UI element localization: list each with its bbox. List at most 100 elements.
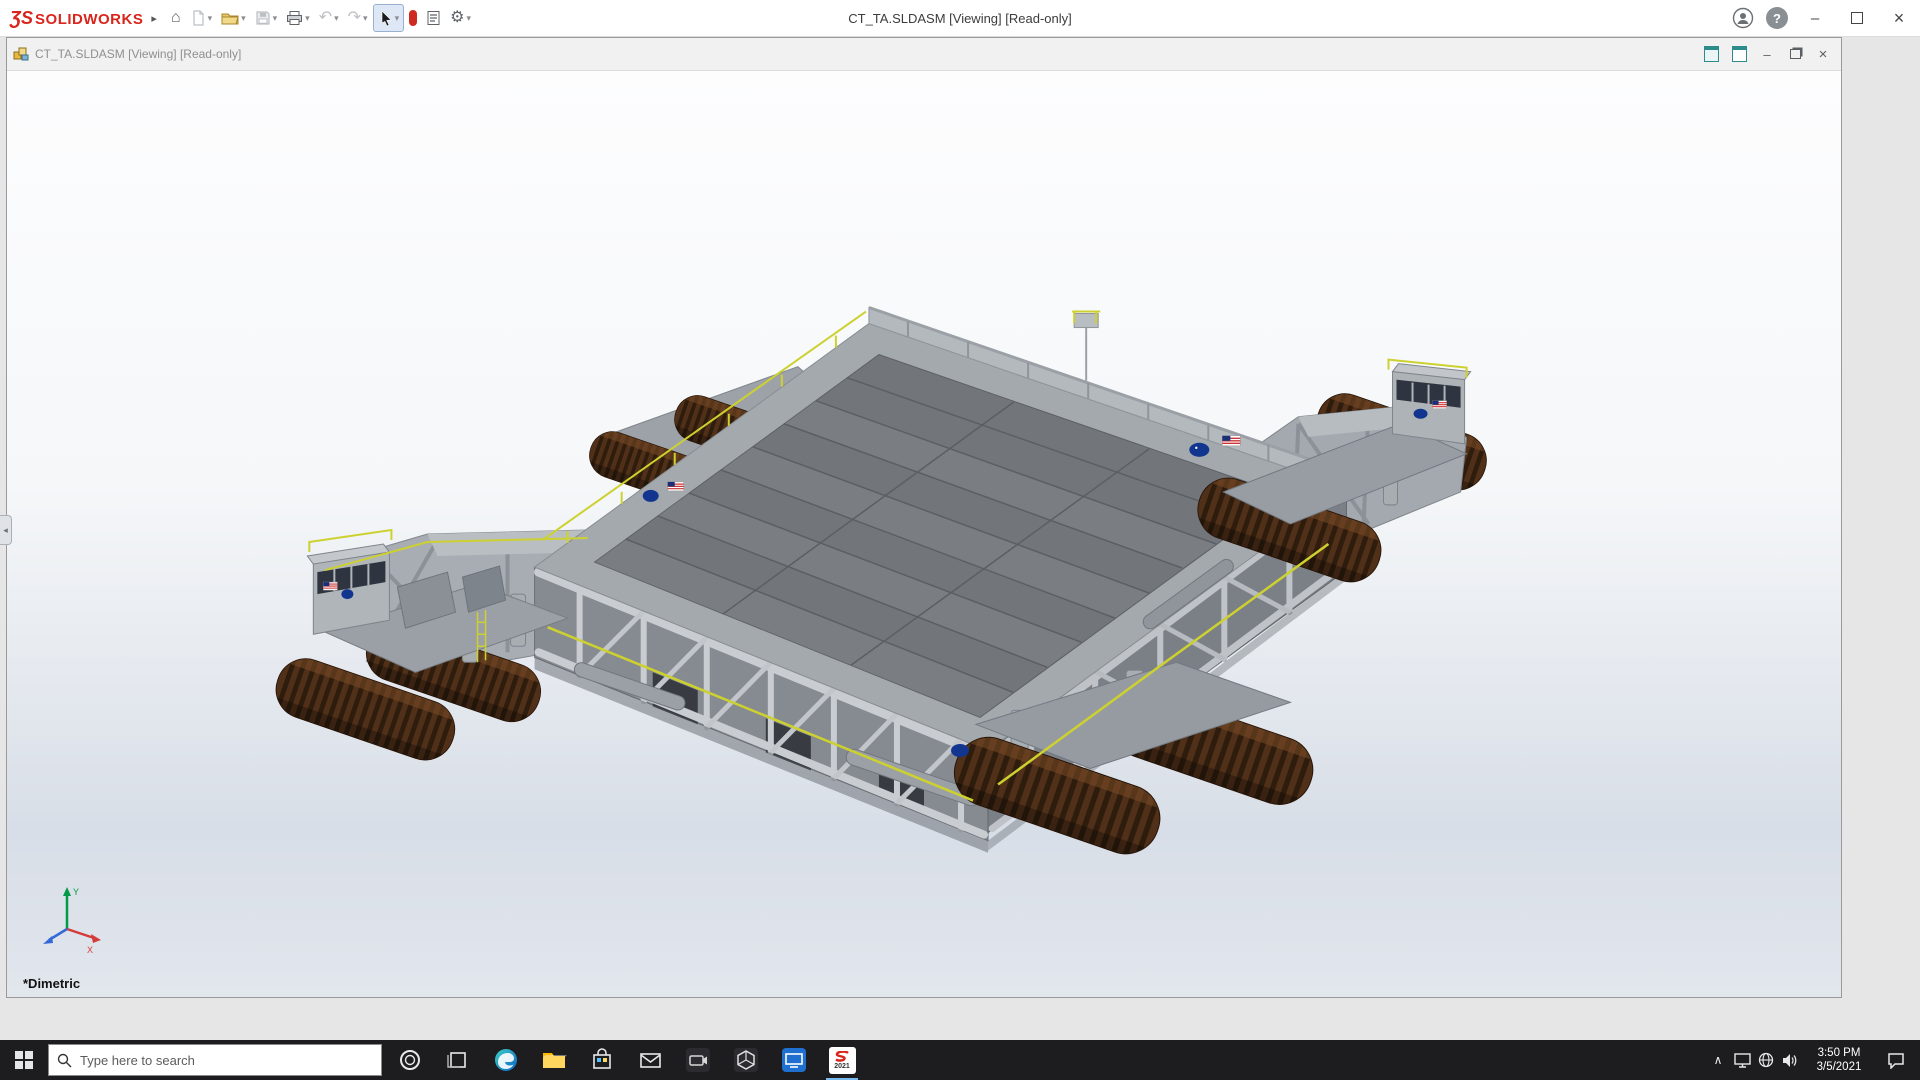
tile-window-button[interactable] [1729, 45, 1749, 63]
taskbar-app-cortana[interactable] [386, 1040, 434, 1080]
triad-z-arrow[interactable] [43, 936, 53, 944]
save-icon [255, 10, 271, 26]
taskbar-task-view[interactable] [434, 1040, 482, 1080]
minimize-icon: – [1811, 10, 1819, 27]
action-center-icon [1887, 1052, 1905, 1069]
home-button[interactable]: ⌂ [167, 4, 185, 32]
panel-expand-arrow[interactable]: ◂ [0, 515, 12, 545]
file-explorer-icon [541, 1047, 567, 1073]
doc-restore-icon [1790, 49, 1801, 59]
account-button[interactable] [1732, 7, 1754, 29]
doc-close-button[interactable]: × [1813, 45, 1833, 63]
redo-button[interactable]: ↷▾ [344, 4, 372, 32]
cortana-icon [398, 1048, 422, 1072]
left-cab [307, 530, 391, 634]
taskbar-clock[interactable]: 3:50 PM 3/5/2021 [1802, 1046, 1876, 1074]
store-icon [590, 1048, 614, 1072]
solidworks-version-badge: 2021 [834, 1063, 850, 1070]
taskbar-search[interactable] [48, 1044, 382, 1076]
gear-icon: ⚙ [450, 10, 464, 26]
help-button[interactable]: ? [1766, 7, 1788, 29]
mail-icon [638, 1048, 663, 1073]
minimize-button[interactable]: – [1794, 0, 1836, 36]
save-button[interactable]: ▾ [251, 4, 282, 32]
new-window-icon [1704, 46, 1719, 62]
redo-icon: ↷ [348, 10, 361, 26]
select-tool-button[interactable]: ▾ [373, 4, 405, 32]
pc-network-icon[interactable] [1730, 1040, 1754, 1080]
taskbar-app-camera[interactable] [674, 1040, 722, 1080]
maximize-button[interactable] [1836, 0, 1878, 36]
options-button[interactable]: ⚙▾ [446, 4, 475, 32]
new-window-button[interactable] [1701, 45, 1721, 63]
clock-date: 3/5/2021 [1802, 1060, 1876, 1074]
orientation-triad[interactable]: Y X [29, 879, 109, 957]
view-orientation-label: *Dimetric [23, 976, 80, 991]
triad-y-arrow[interactable] [63, 887, 71, 896]
close-button[interactable]: × [1878, 0, 1920, 36]
close-icon: × [1894, 8, 1905, 29]
volume-icon[interactable] [1778, 1040, 1802, 1080]
taskbar-app-store[interactable] [578, 1040, 626, 1080]
document-window-controls: – × [1701, 45, 1833, 63]
new-document-icon [190, 10, 206, 26]
file-properties-button[interactable] [422, 4, 445, 32]
undo-button[interactable]: ↶▾ [315, 4, 343, 32]
taskbar-app-file-explorer[interactable] [530, 1040, 578, 1080]
edge-icon [493, 1047, 519, 1073]
windows-taskbar: 2021 ∧ 3:50 PM 3/5/2021 [0, 1040, 1920, 1080]
doc-restore-button[interactable] [1785, 45, 1805, 63]
windows-logo-icon [15, 1051, 33, 1069]
system-tray: ∧ 3:50 PM 3/5/2021 [1706, 1040, 1920, 1080]
new-document-button[interactable]: ▾ [186, 4, 217, 32]
viewport-canvas[interactable]: Y X *Dimetric [7, 71, 1841, 997]
logo-text: SOLIDWORKS [35, 11, 143, 28]
user-avatar-icon [1732, 7, 1754, 29]
crawler-transporter-model [7, 71, 1841, 997]
hexagon-3d-icon [733, 1047, 759, 1073]
tile-window-icon [1732, 46, 1747, 62]
solidworks-logo: ƷS SOLIDWORKS [10, 8, 143, 29]
record-button[interactable] [405, 4, 421, 32]
titlebar-right: ? – × [1726, 0, 1920, 36]
hidden-icons-chevron[interactable]: ∧ [1706, 1040, 1730, 1080]
action-center-button[interactable] [1876, 1040, 1916, 1080]
start-button[interactable] [0, 1040, 48, 1080]
logo-mark: ƷS [10, 8, 33, 29]
taskbar-app-mail[interactable] [626, 1040, 674, 1080]
record-red-icon [409, 10, 417, 26]
network-globe-icon[interactable] [1754, 1040, 1778, 1080]
media-app-icon [781, 1047, 807, 1073]
triad-x-label: X [87, 945, 93, 955]
taskbar-app-media[interactable] [770, 1040, 818, 1080]
solidworks-app-icon: 2021 [829, 1047, 856, 1074]
help-icon: ? [1773, 11, 1781, 26]
task-view-icon [447, 1049, 469, 1071]
select-cursor-icon [378, 10, 393, 27]
doc-minimize-icon: – [1763, 47, 1770, 62]
taskbar-app-solidworks[interactable]: 2021 [818, 1040, 866, 1080]
camera-icon [685, 1047, 711, 1073]
search-icon [57, 1053, 72, 1068]
menu-flyout-arrow-icon[interactable]: ▸ [151, 12, 157, 25]
taskbar-app-3d-viewer[interactable] [722, 1040, 770, 1080]
quick-access-toolbar: ⌂ ▾ ▾ ▾ ▾ ↶▾ ↷▾ ▾ ⚙▾ [167, 4, 475, 32]
home-icon: ⌂ [171, 10, 181, 26]
open-folder-icon [221, 10, 239, 26]
document-titlebar: CT_TA.SLDASM [Viewing] [Read-only] – × [7, 38, 1841, 71]
triad-x-arrow[interactable] [91, 934, 101, 943]
search-input[interactable] [80, 1053, 381, 1068]
document-title: CT_TA.SLDASM [Viewing] [Read-only] [35, 47, 241, 61]
screen: { "app": { "logo_mark": "ƷS", "logo_text… [0, 0, 1920, 1080]
maximize-icon [1851, 12, 1863, 24]
print-icon [286, 10, 303, 26]
app-background: CT_TA.SLDASM [Viewing] [Read-only] – × [0, 37, 1920, 1040]
document-window: CT_TA.SLDASM [Viewing] [Read-only] – × [6, 37, 1842, 998]
doc-minimize-button[interactable]: – [1757, 45, 1777, 63]
print-button[interactable]: ▾ [282, 4, 314, 32]
open-button[interactable]: ▾ [217, 4, 250, 32]
taskbar-app-edge[interactable] [482, 1040, 530, 1080]
doc-close-icon: × [1819, 46, 1828, 63]
app-titlebar: ƷS SOLIDWORKS ▸ ⌂ ▾ ▾ ▾ ▾ ↶▾ ↷▾ ▾ [0, 0, 1920, 37]
triad-y-label: Y [73, 887, 79, 897]
